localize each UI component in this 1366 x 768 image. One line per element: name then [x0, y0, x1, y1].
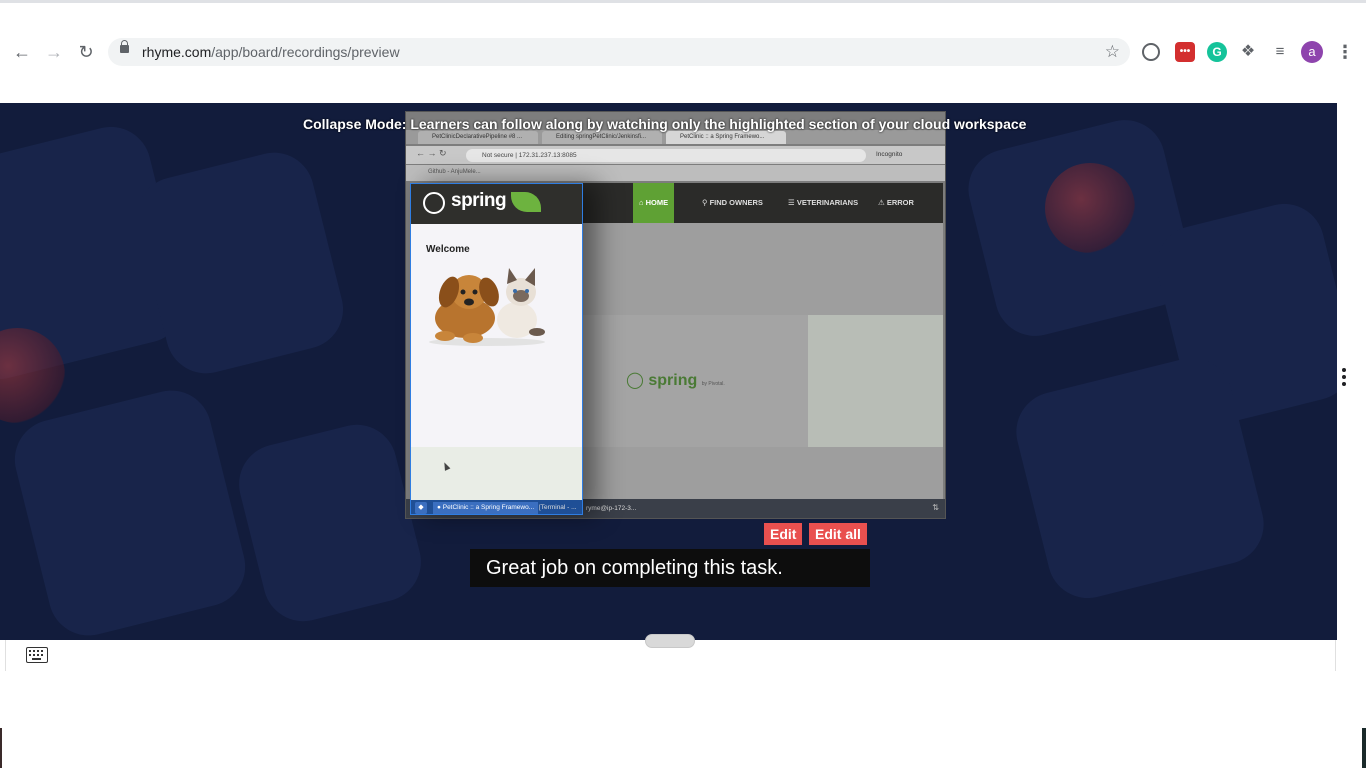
start-menu-icon: ◆ — [415, 502, 427, 514]
spring-footer-logo: ◯ spring by Pivotal. — [626, 372, 725, 389]
nav-error: ⚠ ERROR — [878, 198, 914, 207]
inner-browser-tabs: PetClinicDeclarativePipeline #8 ... Edit… — [406, 130, 945, 144]
spring-logo-text: spring — [451, 190, 507, 211]
caption-text: Great job on completing this task. — [470, 549, 870, 587]
background-circle — [1045, 163, 1135, 253]
taskbar-item: ryme@ip-172-3... — [586, 505, 637, 512]
spring-header: spring — [411, 184, 582, 224]
edit-button[interactable]: Edit — [764, 523, 803, 545]
media-queue-icon[interactable]: ≡ — [1270, 42, 1290, 62]
inner-nav-icons: ← → ↻ — [416, 148, 447, 158]
inner-incognito-label: Incognito — [876, 151, 903, 158]
browser-tab-strip — [0, 0, 1366, 34]
nav-veterinarians: ☰ VETERINARIANS — [788, 198, 859, 207]
highlighted-taskbar: ◆ ● PetClinic :: a Spring Framewo... [Te… — [411, 500, 582, 514]
nav-find-owners: ⚲ FIND OWNERS — [702, 198, 763, 207]
inner-tab: Editing springPetClinic/Jenkinsfi... — [542, 131, 662, 144]
profile-avatar[interactable]: a — [1301, 41, 1323, 63]
reload-icon[interactable]: ↻ — [74, 40, 98, 64]
window-edge — [1362, 728, 1366, 768]
highlighted-section: spring Welcome ◆ ● PetClinic :: a Spring… — [410, 183, 583, 515]
inner-address-row: ← → ↻ Not secure | 172.31.237.13:8085 In… — [406, 146, 945, 164]
drawer-drag-handle[interactable] — [645, 634, 695, 648]
more-options-icon[interactable] — [1340, 366, 1348, 390]
back-arrow-icon[interactable]: ← — [10, 40, 34, 64]
window-edge — [0, 728, 2, 768]
lastpass-icon[interactable]: ••• — [1175, 42, 1195, 62]
inner-tab: PetClinic :: a Spring Framewo... — [666, 131, 786, 144]
background-shape — [6, 382, 254, 640]
inner-address-bar: Not secure | 172.31.237.13:8085 — [466, 149, 866, 162]
lock-icon[interactable] — [120, 40, 129, 53]
taskbar-item: [Terminal - ... — [539, 504, 577, 511]
content-lower-area — [411, 447, 582, 500]
keyboard-icon[interactable] — [26, 647, 48, 663]
reader-icon[interactable] — [1142, 43, 1160, 61]
spring-leaf-icon — [511, 192, 541, 212]
browser-toolbar: ← → ↻ rhyme.com/app/board/recordings/pre… — [0, 34, 1366, 70]
puzzle-icon[interactable]: ❖ — [1238, 42, 1258, 62]
content-panel — [808, 315, 943, 447]
url-text[interactable]: rhyme.com/app/board/recordings/preview — [142, 44, 400, 60]
pets-image — [429, 268, 545, 346]
network-icon: ⇅ — [932, 503, 939, 512]
forward-arrow-icon[interactable]: → — [42, 40, 66, 64]
background-shape — [128, 144, 352, 382]
nav-home: ⌂ HOME — [633, 183, 675, 223]
welcome-heading: Welcome — [426, 244, 470, 255]
inner-bookmark-bar: Github - AnjuMele... — [406, 165, 945, 181]
spring-logo-icon — [423, 192, 445, 214]
inner-tab: PetClinicDeclarativePipeline #8 ... — [418, 131, 538, 144]
grammarly-icon[interactable]: G — [1207, 42, 1227, 62]
collapse-mode-note: Collapse Mode: Learners can follow along… — [303, 116, 1027, 132]
background-shape — [230, 416, 430, 630]
address-bar[interactable]: rhyme.com/app/board/recordings/preview ☆ — [108, 38, 1130, 66]
browser-menu-icon[interactable]: ⋮ — [1336, 40, 1354, 64]
taskbar-item: ● PetClinic :: a Spring Framewo... — [433, 502, 539, 514]
edit-all-button[interactable]: Edit all — [809, 523, 867, 545]
bookmark-star-icon[interactable]: ☆ — [1105, 42, 1120, 62]
